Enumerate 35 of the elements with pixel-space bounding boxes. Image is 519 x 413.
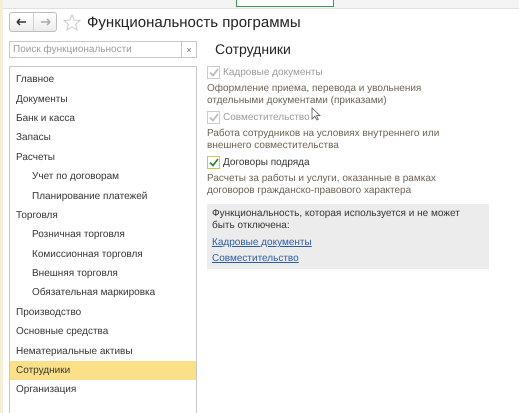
section-item[interactable]: Главное: [10, 70, 196, 90]
section-item[interactable]: Документы: [10, 89, 196, 109]
section-item[interactable]: Банк и касса: [10, 108, 196, 128]
forward-arrow-icon: [40, 18, 50, 26]
window-title: Функциональность программы: [87, 14, 301, 30]
section-item[interactable]: Внешняя торговля: [10, 264, 196, 284]
option-description: Оформление приема, перевода и увольнения отдельными документами (приказами): [207, 83, 422, 107]
section-item[interactable]: Запасы: [10, 128, 196, 148]
section-item[interactable]: Сотрудники: [10, 360, 196, 380]
feature-link[interactable]: Кадровые документы: [212, 237, 312, 248]
option-label: Кадровые документы: [223, 67, 323, 78]
section-item[interactable]: Торговля: [10, 206, 196, 226]
option-label: Совместительство: [223, 112, 310, 123]
section-item[interactable]: Учет по договорам: [10, 166, 196, 186]
back-arrow-icon: [16, 18, 27, 26]
section-item[interactable]: Организация: [10, 380, 196, 400]
option-label: Договоры подряда: [223, 157, 310, 168]
section-item[interactable]: Розничная торговля: [10, 225, 196, 245]
section-item[interactable]: Производство: [10, 302, 196, 322]
section-item[interactable]: Комиссионная торговля: [10, 244, 196, 264]
section-item[interactable]: Нематериальные активы: [10, 341, 196, 361]
option-description: Расчеты за работы и услуги, оказанные в рамках договоров гражданско-правового характера: [207, 173, 437, 197]
search-field[interactable]: Поиск функциональности ×: [9, 41, 197, 58]
feature-link[interactable]: Совместительство: [212, 253, 299, 264]
section-item[interactable]: Обязательная маркировка: [10, 283, 196, 303]
panel-title: Сотрудники: [215, 41, 292, 57]
checkbox[interactable]: [207, 156, 220, 169]
option-description: Работа сотрудников на условиях внутреннего или внешнего совместительства: [207, 128, 440, 152]
section-item[interactable]: Основные средства: [10, 322, 196, 342]
window-tab[interactable]: [236, 0, 334, 7]
notice-text: Функциональность, которая используется и не может быть отключена:: [212, 208, 461, 232]
mouse-pointer-icon: [311, 107, 321, 121]
section-item[interactable]: Планирование платежей: [10, 186, 196, 206]
star-icon[interactable]: [63, 14, 81, 30]
section-item[interactable]: Расчеты: [10, 148, 196, 167]
